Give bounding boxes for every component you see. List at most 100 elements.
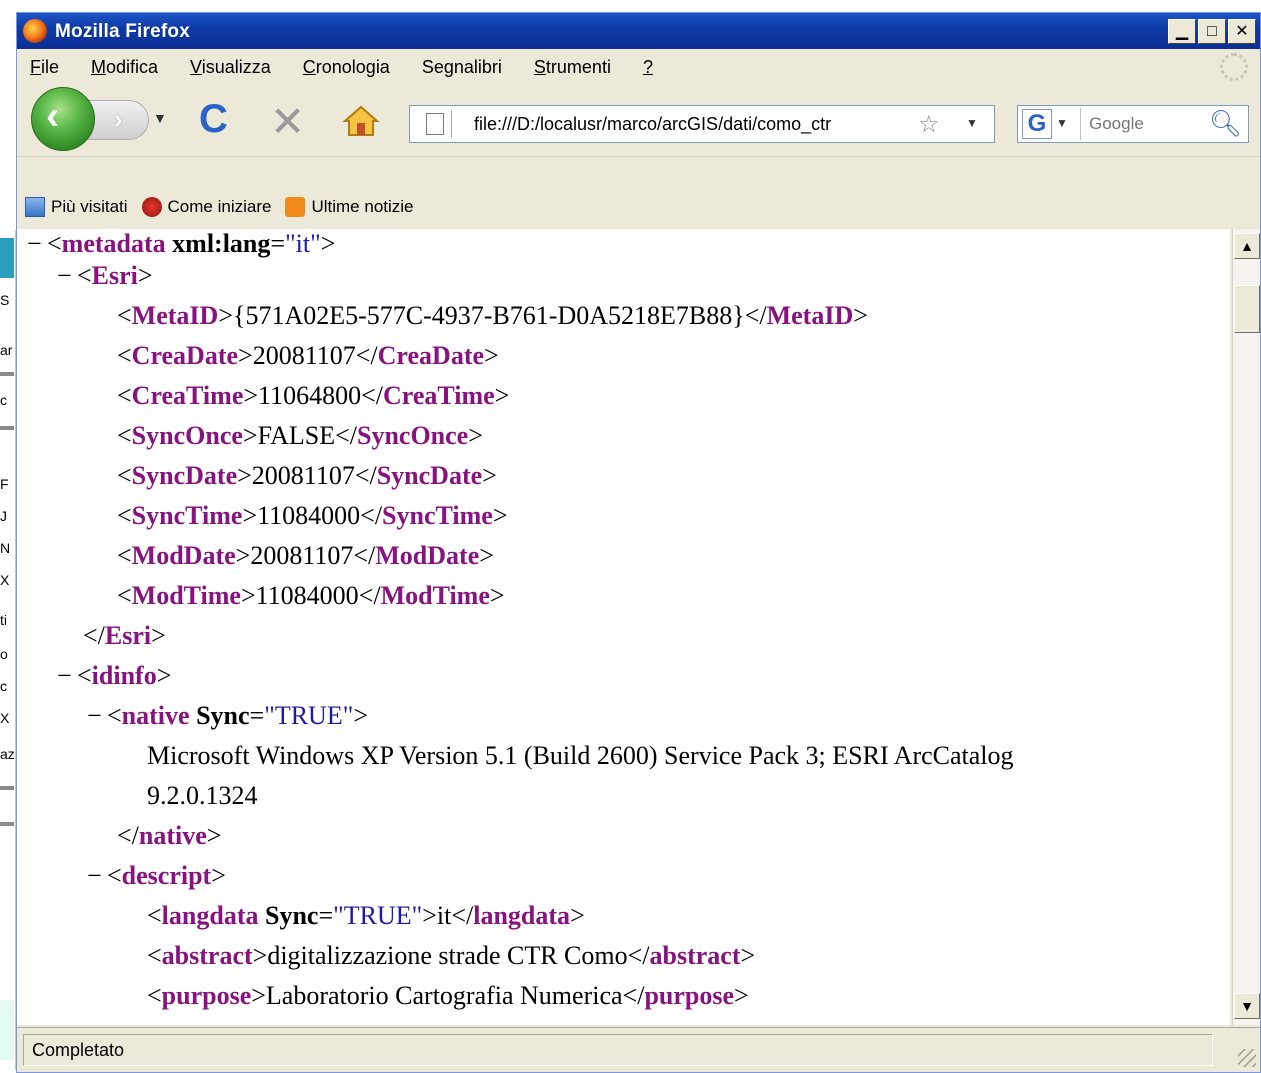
background-window-divider (0, 426, 14, 430)
xml-value: FALSE (257, 421, 336, 450)
page-icon (416, 110, 452, 138)
bookmark-getting-started[interactable]: Come iniziare (141, 197, 272, 217)
xml-line-synconce: <SyncOnce>FALSE</SyncOnce> (117, 421, 483, 450)
xml-value: 11064800 (258, 381, 362, 410)
collapse-toggle[interactable]: − (27, 229, 47, 259)
xml-text-native: Microsoft Windows XP Version 5.1 (Build … (147, 741, 1014, 770)
maximize-button[interactable]: □ (1198, 19, 1226, 44)
bookmark-label: Più visitati (51, 197, 128, 216)
background-window-strip: S ar c F J N X ti o c X az (0, 230, 16, 1070)
xml-value: {571A02E5-577C-4937-B761-D0A5218E7B88} (232, 301, 745, 330)
xml-tag: SyncOnce (357, 421, 469, 450)
xml-line-esri-close: </Esri> (83, 621, 166, 650)
background-window-text: c (0, 392, 7, 408)
xml-value: digitalizzazione strade CTR Como (267, 941, 628, 970)
xml-tag: purpose (644, 981, 735, 1010)
background-window-text: X (0, 710, 10, 726)
xml-line-purpose: <purpose>Laboratorio Cartografia Numeric… (147, 981, 749, 1010)
collapse-toggle[interactable]: − (87, 701, 107, 731)
window-controls: ▁ □ ✕ (1168, 19, 1256, 44)
reload-icon[interactable]: C (199, 97, 228, 142)
xml-tag: SyncDate (376, 461, 483, 490)
search-icon[interactable]: 🔍︎ (1209, 108, 1242, 139)
engine-dropdown-icon[interactable]: ▼ (1056, 116, 1068, 130)
scroll-thumb[interactable] (1234, 285, 1260, 333)
xml-bracket: > (320, 229, 336, 258)
home-icon[interactable] (341, 101, 381, 141)
firefox-logo-icon[interactable] (23, 19, 47, 43)
menu-modifica-label: odifica (106, 56, 159, 77)
resize-grip-icon[interactable] (1238, 1049, 1256, 1067)
xml-line-metaid: <MetaID>{571A02E5-577C-4937-B761-D0A5218… (117, 301, 868, 330)
xml-tag: ModDate (131, 541, 236, 570)
xml-tag: Esri (104, 621, 152, 650)
menu-strumenti[interactable]: Strumenti (534, 57, 611, 78)
xml-tag: SyncTime (382, 501, 493, 530)
url-dropdown-icon[interactable]: ▼ (966, 116, 978, 130)
navigation-toolbar: › ‹ ▼ C ✕ file:///D:/localusr/marco/arcG… (17, 85, 1260, 157)
scroll-up-button[interactable]: ▲ (1234, 233, 1260, 259)
history-dropdown-icon[interactable]: ▼ (153, 110, 167, 126)
background-window-text: N (0, 540, 11, 556)
menu-cronologia-accesskey: C (302, 56, 316, 77)
background-window-text: c (0, 678, 7, 694)
background-window-text: az (0, 746, 14, 762)
background-window-text: S (0, 292, 10, 308)
xml-tag: SyncTime (131, 501, 243, 530)
xml-line-langdata: <langdata Sync="TRUE">it</langdata> (147, 901, 585, 930)
bookmark-label: Come iniziare (167, 197, 272, 216)
collapse-toggle[interactable]: − (57, 661, 77, 691)
xml-eq: = (270, 229, 286, 258)
menu-help[interactable]: ? (643, 57, 653, 78)
menu-strumenti-accesskey: S (533, 56, 546, 77)
xml-text-native-version: 9.2.0.1324 (147, 781, 258, 810)
title-bar[interactable]: Mozilla Firefox ▁ □ ✕ (17, 13, 1260, 49)
back-button[interactable]: ‹ (31, 87, 95, 151)
stop-icon[interactable]: ✕ (270, 97, 305, 146)
xml-attr-value: "it" (285, 229, 321, 258)
menu-file[interactable]: File (30, 57, 59, 78)
xml-line-abstract: <abstract>digitalizzazione strade CTR Co… (147, 941, 756, 970)
xml-tag: ModTime (131, 581, 241, 610)
menu-segnalibri[interactable]: Segnalibri (422, 57, 502, 78)
xml-line-native-close: </native> (117, 821, 222, 850)
menu-visualizza[interactable]: Visualizza (190, 57, 271, 78)
menu-modifica[interactable]: Modifica (91, 57, 158, 78)
background-window-divider (0, 372, 14, 376)
xml-tag: CreaDate (131, 341, 239, 370)
xml-tag: descript (121, 861, 212, 890)
throbber-icon (1220, 53, 1248, 81)
search-input[interactable] (1080, 108, 1200, 140)
xml-line-idinfo-open: − <idinfo> (57, 661, 172, 691)
xml-line-descript-open: − <descript> (87, 861, 226, 891)
address-bar[interactable]: file:///D:/localusr/marco/arcGIS/dati/co… (409, 105, 995, 143)
scroll-down-button[interactable]: ▼ (1234, 993, 1260, 1019)
xml-tag: SyncDate (131, 461, 238, 490)
collapse-toggle[interactable]: − (87, 861, 107, 891)
close-button[interactable]: ✕ (1228, 19, 1256, 44)
menu-file-accesskey: F (30, 56, 41, 77)
google-engine-icon[interactable]: G (1022, 109, 1052, 139)
xml-line-creadate: <CreaDate>20081107</CreaDate> (117, 341, 499, 370)
bookmarks-toolbar: Più visitati Come iniziare Ultime notizi… (17, 187, 1260, 227)
background-window-text: ti (0, 612, 7, 628)
vertical-scrollbar[interactable]: ▲ ▼ (1232, 229, 1260, 1025)
menu-segnalibri-label: nalibri (453, 56, 502, 77)
menu-cronologia-label: ronologia (315, 56, 390, 77)
bookmark-latest-news[interactable]: Ultime notizie (285, 197, 414, 217)
menu-file-label: ile (41, 56, 60, 77)
menu-segnalibri-label-prefix: Se (421, 56, 444, 77)
background-window-text: ar (0, 342, 13, 358)
xml-value: 20081107 (252, 341, 356, 370)
xml-tag: native (121, 701, 190, 730)
xml-tag: CreaTime (131, 381, 244, 410)
bookmark-most-visited[interactable]: Più visitati (25, 197, 128, 217)
most-visited-icon (25, 197, 45, 217)
collapse-toggle[interactable]: − (57, 261, 77, 291)
xml-tag: CreaTime (382, 381, 495, 410)
bookmark-star-icon[interactable]: ☆ (918, 110, 940, 139)
url-text[interactable]: file:///D:/localusr/marco/arcGIS/dati/co… (474, 114, 914, 135)
xml-value: 11084000 (255, 581, 359, 610)
menu-cronologia[interactable]: Cronologia (303, 57, 390, 78)
minimize-button[interactable]: ▁ (1168, 19, 1196, 44)
